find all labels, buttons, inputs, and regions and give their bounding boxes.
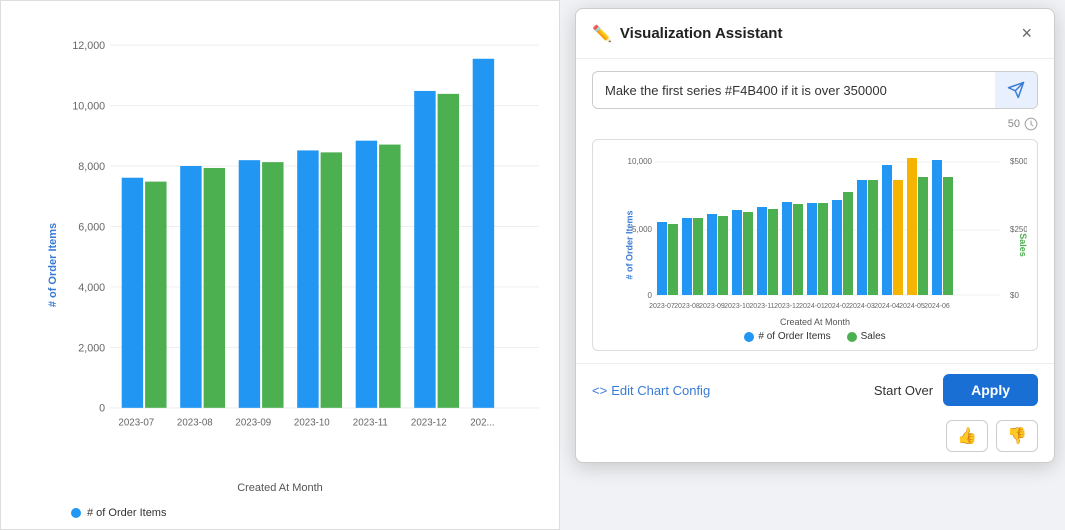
svg-text:2023-11: 2023-11 <box>353 417 388 428</box>
main-legend-label: # of Order Items <box>87 507 166 519</box>
svg-text:2023-12: 2023-12 <box>774 303 800 310</box>
thumbs-row: 👍 👎 <box>576 416 1054 462</box>
apply-button[interactable]: Apply <box>943 374 1038 406</box>
svg-text:4,000: 4,000 <box>78 282 105 294</box>
main-legend-dot <box>71 508 81 518</box>
svg-text:2023-10: 2023-10 <box>724 303 750 310</box>
svg-text:5,000: 5,000 <box>632 225 653 234</box>
svg-text:6,000: 6,000 <box>78 221 105 233</box>
svg-text:2023-07: 2023-07 <box>649 303 675 310</box>
start-over-button[interactable]: Start Over <box>874 383 933 398</box>
svg-text:2024-01: 2024-01 <box>799 303 825 310</box>
svg-text:2023-10: 2023-10 <box>294 417 330 428</box>
prompt-input[interactable] <box>593 74 995 107</box>
mini-legend-order-items: # of Order Items <box>744 331 830 342</box>
main-chart-x-label: Created At Month <box>237 482 323 494</box>
svg-text:12,000: 12,000 <box>72 40 105 52</box>
panel-header-left: ✏️ Visualization Assistant <box>592 24 782 44</box>
main-chart-svg: 12,000 10,000 8,000 6,000 4,000 2,000 0 <box>71 21 539 469</box>
wand-icon: ✏️ <box>592 24 612 44</box>
main-chart-y-label: # of Order Items <box>47 223 59 307</box>
svg-text:2023-08: 2023-08 <box>177 417 213 428</box>
mini-legend: # of Order Items Sales <box>603 331 1027 342</box>
svg-text:10,000: 10,000 <box>72 100 105 112</box>
svg-text:8,000: 8,000 <box>78 161 105 173</box>
token-icon <box>1024 117 1038 131</box>
legend-dot-blue <box>744 332 754 342</box>
token-row: 50 <box>576 117 1054 135</box>
svg-text:202...: 202... <box>470 417 494 428</box>
svg-text:2,000: 2,000 <box>78 342 105 354</box>
mini-chart-x-label: Created At Month <box>603 317 1027 327</box>
svg-text:2023-08: 2023-08 <box>674 303 700 310</box>
edit-config-label: Edit Chart Config <box>611 383 710 398</box>
mini-legend-label-blue: # of Order Items <box>758 331 830 342</box>
mini-chart-y-label-right: Sales <box>1018 233 1028 257</box>
prompt-input-row <box>592 71 1038 109</box>
main-legend: # of Order Items <box>71 507 166 519</box>
send-button[interactable] <box>995 72 1037 108</box>
svg-text:$500.0 K: $500.0 K <box>1010 157 1027 166</box>
svg-text:2024-03: 2024-03 <box>849 303 875 310</box>
panel-footer: <> Edit Chart Config Start Over Apply <box>576 363 1054 416</box>
mini-chart-svg: 10,000 5,000 0 $500.0 K $250.0 K $0 <box>603 150 1027 310</box>
svg-text:0: 0 <box>648 291 653 300</box>
svg-text:10,000: 10,000 <box>628 157 653 166</box>
edit-chart-config-button[interactable]: <> Edit Chart Config <box>592 383 710 398</box>
svg-text:2024-04: 2024-04 <box>874 303 900 310</box>
mini-chart-y-label: # of Order Items <box>625 210 635 279</box>
visualization-assistant-panel: ✏️ Visualization Assistant × 50 <box>575 8 1055 463</box>
svg-text:2023-09: 2023-09 <box>235 417 271 428</box>
mini-legend-sales: Sales <box>847 331 886 342</box>
svg-text:2023-11: 2023-11 <box>749 303 774 310</box>
svg-text:0: 0 <box>99 403 105 415</box>
svg-text:2024-06: 2024-06 <box>924 303 950 310</box>
svg-text:2024-02: 2024-02 <box>824 303 850 310</box>
page-wrapper: # of Order Items 12,000 10,000 8,000 6,0… <box>0 0 1065 530</box>
svg-text:$0: $0 <box>1010 291 1019 300</box>
mini-chart-wrapper: # of Order Items Sales 10,000 5,000 0 $5… <box>592 139 1038 351</box>
mini-legend-label-green: Sales <box>861 331 886 342</box>
svg-text:2023-09: 2023-09 <box>699 303 725 310</box>
footer-right: Start Over Apply <box>874 374 1038 406</box>
send-icon <box>1007 81 1025 99</box>
main-chart-area: # of Order Items 12,000 10,000 8,000 6,0… <box>0 0 560 530</box>
thumbs-down-button[interactable]: 👎 <box>996 420 1038 452</box>
legend-dot-green <box>847 332 857 342</box>
edit-config-icon: <> <box>592 383 607 398</box>
panel-title: Visualization Assistant <box>620 25 783 42</box>
panel-header: ✏️ Visualization Assistant × <box>576 9 1054 59</box>
svg-text:2024-05: 2024-05 <box>899 303 925 310</box>
thumbs-up-button[interactable]: 👍 <box>946 420 988 452</box>
svg-text:2023-07: 2023-07 <box>118 417 154 428</box>
svg-text:2023-12: 2023-12 <box>411 417 447 428</box>
token-count: 50 <box>1008 118 1020 130</box>
close-button[interactable]: × <box>1015 21 1038 46</box>
